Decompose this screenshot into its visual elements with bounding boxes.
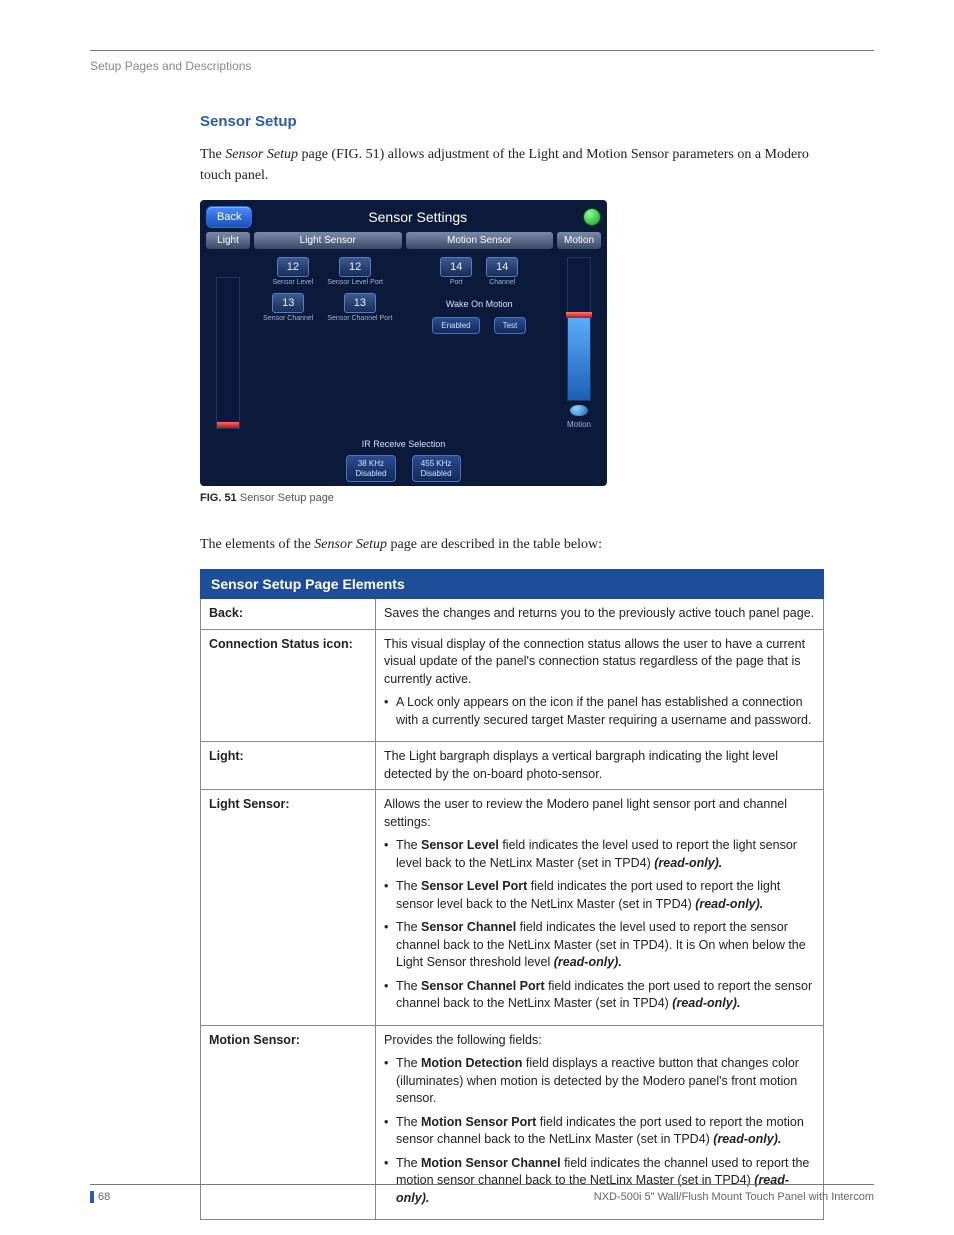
sensor-channel-port-value: 13 <box>344 293 376 313</box>
elements-table: Sensor Setup Page Elements Back: Saves t… <box>200 569 824 1220</box>
ir-455khz-button[interactable]: 455 KHz Disabled <box>412 455 461 482</box>
table-row: Light Sensor: Allows the user to review … <box>201 790 824 1026</box>
row-lightsensor-val: Allows the user to review the Modero pan… <box>376 790 824 1026</box>
table-intro-em: Sensor Setup <box>314 537 387 552</box>
row-lightsensor-b2: The Sensor Level Port field indicates th… <box>384 878 815 913</box>
motion-caption: Motion <box>567 420 591 429</box>
ir-38khz-line2: Disabled <box>355 469 386 478</box>
sensor-level-port-value: 12 <box>339 257 371 277</box>
row-lightsensor-text: Allows the user to review the Modero pan… <box>384 797 787 829</box>
row-light-key: Light: <box>201 742 376 790</box>
ir-38khz-line1: 38 KHz <box>358 459 384 468</box>
connection-status-icon <box>583 208 601 226</box>
sensor-channel-label: Sensor Channel <box>263 315 313 323</box>
footer-doc-title: NXD-500i 5" Wall/Flush Mount Touch Panel… <box>594 1191 874 1203</box>
intro-paragraph: The Sensor Setup page (FIG. 51) allows a… <box>200 144 824 186</box>
intro-em: Sensor Setup <box>225 147 298 162</box>
light-sensor-panel: 12 Sensor Level 12 Sensor Level Port 13 … <box>254 253 402 433</box>
row-conn-text: This visual display of the connection st… <box>384 637 805 686</box>
row-back-val: Saves the changes and returns you to the… <box>376 599 824 630</box>
table-intro-prefix: The elements of the <box>200 537 314 552</box>
row-light-val: The Light bargraph displays a vertical b… <box>376 742 824 790</box>
motion-sensor-header: Motion Sensor <box>406 232 554 249</box>
row-back-key: Back: <box>201 599 376 630</box>
row-lightsensor-b1: The Sensor Level field indicates the lev… <box>384 837 815 872</box>
table-row: Connection Status icon: This visual disp… <box>201 629 824 742</box>
row-lightsensor-b3: The Sensor Channel field indicates the l… <box>384 919 815 972</box>
table-intro-suffix: page are described in the table below: <box>387 537 602 552</box>
sensor-level-value: 12 <box>277 257 309 277</box>
figure-caption-bold: FIG. 51 <box>200 492 237 504</box>
sensor-channel-port-label: Sensor Channel Port <box>327 315 392 323</box>
intro-prefix: The <box>200 147 225 162</box>
section-title: Sensor Setup <box>200 113 824 130</box>
figure-caption-rest: Sensor Setup page <box>237 492 334 504</box>
sensor-level-label: Sensor Level <box>272 279 313 287</box>
motion-port-value: 14 <box>440 257 472 277</box>
light-sensor-header: Light Sensor <box>254 232 402 249</box>
row-lightsensor-b4: The Sensor Channel Port field indicates … <box>384 978 815 1013</box>
back-button[interactable]: Back <box>206 206 252 228</box>
sensor-level-port-label: Sensor Level Port <box>327 279 383 287</box>
row-motionsensor-b2: The Motion Sensor Port field indicates t… <box>384 1114 815 1149</box>
sensor-channel-value: 13 <box>272 293 304 313</box>
ir-receive-title: IR Receive Selection <box>206 439 601 449</box>
ir-38khz-button[interactable]: 38 KHz Disabled <box>346 455 395 482</box>
wake-test-button[interactable]: Test <box>494 317 527 335</box>
row-lightsensor-key: Light Sensor: <box>201 790 376 1026</box>
wake-enabled-button[interactable]: Enabled <box>432 317 479 335</box>
ir-455khz-line2: Disabled <box>421 469 452 478</box>
table-intro: The elements of the Sensor Setup page ar… <box>200 534 824 555</box>
figure-caption: FIG. 51 Sensor Setup page <box>200 492 824 504</box>
light-bargraph <box>206 253 250 433</box>
row-conn-val: This visual display of the connection st… <box>376 629 824 742</box>
table-row: Light: The Light bargraph displays a ver… <box>201 742 824 790</box>
sensor-settings-figure: Back Sensor Settings Light Light Sensor … <box>200 200 607 486</box>
motion-port-label: Port <box>450 279 463 287</box>
motion-channel-label: Channel <box>489 279 515 287</box>
page-footer: 68 NXD-500i 5" Wall/Flush Mount Touch Pa… <box>90 1184 874 1203</box>
motion-side-label: Motion <box>557 232 601 249</box>
row-conn-key: Connection Status icon: <box>201 629 376 742</box>
wake-on-motion-label: Wake On Motion <box>408 299 552 309</box>
ir-455khz-line1: 455 KHz <box>421 459 452 468</box>
row-motionsensor-text: Provides the following fields: <box>384 1033 542 1047</box>
table-row: Back: Saves the changes and returns you … <box>201 599 824 630</box>
panel-title: Sensor Settings <box>252 207 583 227</box>
breadcrumb: Setup Pages and Descriptions <box>90 59 874 73</box>
page-number: 68 <box>90 1191 110 1203</box>
row-motionsensor-b1: The Motion Detection field displays a re… <box>384 1055 815 1108</box>
table-title: Sensor Setup Page Elements <box>201 570 824 599</box>
motion-channel-value: 14 <box>486 257 518 277</box>
motion-sensor-panel: 14 Port 14 Channel Wake On Motion Enable… <box>406 253 554 433</box>
light-side-label: Light <box>206 232 250 249</box>
motion-bargraph: Motion <box>557 253 601 433</box>
row-conn-bullet: A Lock only appears on the icon if the p… <box>384 694 815 729</box>
motion-indicator-icon <box>570 405 588 416</box>
